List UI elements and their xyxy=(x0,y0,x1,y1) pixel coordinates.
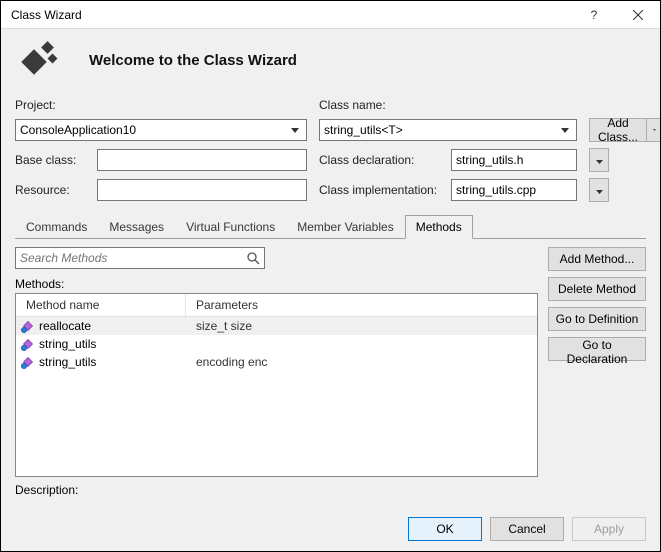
cancel-button[interactable]: Cancel xyxy=(490,517,564,541)
add-class-split-button[interactable]: Add Class... xyxy=(589,118,660,142)
help-button[interactable]: ? xyxy=(572,1,616,29)
add-class-button[interactable]: Add Class... xyxy=(589,118,647,142)
window-title: Class Wizard xyxy=(11,8,572,22)
resource-label: Resource: xyxy=(15,183,85,197)
project-label: Project: xyxy=(15,98,307,112)
add-class-dropdown[interactable] xyxy=(647,118,660,142)
class-declaration-drop[interactable]: string_utils.h xyxy=(451,149,577,171)
parameters-cell: size_t size xyxy=(186,319,537,333)
class-implementation-dropdown[interactable] xyxy=(589,178,609,202)
method-icon xyxy=(22,356,34,368)
tab-virtual-functions[interactable]: Virtual Functions xyxy=(175,215,286,239)
method-icon xyxy=(22,320,34,332)
project-combo[interactable]: ConsoleApplication10 xyxy=(15,119,307,141)
question-icon: ? xyxy=(591,8,598,22)
base-class-label: Base class: xyxy=(15,153,85,167)
titlebar: Class Wizard ? xyxy=(1,1,660,29)
project-value: ConsoleApplication10 xyxy=(20,123,136,137)
tab-member-variables[interactable]: Member Variables xyxy=(286,215,404,239)
wizard-header: Welcome to the Class Wizard xyxy=(15,29,646,98)
search-box[interactable] xyxy=(15,247,265,269)
chevron-down-icon xyxy=(653,128,656,132)
close-icon xyxy=(633,10,643,20)
class-declaration-dropdown[interactable] xyxy=(589,148,609,172)
wizard-title: Welcome to the Class Wizard xyxy=(89,52,297,69)
search-input[interactable] xyxy=(15,247,265,269)
method-name-text: string_utils xyxy=(39,355,96,369)
wizard-icon xyxy=(15,37,63,84)
methods-label: Methods: xyxy=(15,277,538,291)
table-row[interactable]: reallocate size_t size xyxy=(16,317,537,335)
methods-list[interactable]: Method name Parameters reallocate size_t … xyxy=(15,293,538,477)
description-label: Description: xyxy=(15,483,538,497)
column-method-name[interactable]: Method name xyxy=(16,294,186,316)
parameters-cell: encoding enc xyxy=(186,355,537,369)
class-name-combo[interactable]: string_utils<T> xyxy=(319,119,577,141)
goto-definition-button[interactable]: Go to Definition xyxy=(548,307,646,331)
class-declaration-value: string_utils.h xyxy=(456,153,523,167)
base-class-field[interactable] xyxy=(97,149,307,171)
top-form: Project: Class name: ConsoleApplication1… xyxy=(15,98,646,202)
ok-button[interactable]: OK xyxy=(408,517,482,541)
apply-button[interactable]: Apply xyxy=(572,517,646,541)
method-name-cell: reallocate xyxy=(16,319,186,333)
class-implementation-value: string_utils.cpp xyxy=(456,183,536,197)
close-button[interactable] xyxy=(616,1,660,29)
list-header: Method name Parameters xyxy=(16,294,537,317)
column-parameters[interactable]: Parameters xyxy=(186,294,537,316)
class-implementation-label: Class implementation: xyxy=(319,183,439,197)
method-icon xyxy=(22,338,34,350)
method-name-text: string_utils xyxy=(39,337,96,351)
class-implementation-drop[interactable]: string_utils.cpp xyxy=(451,179,577,201)
tab-methods[interactable]: Methods xyxy=(405,215,473,239)
tabstrip: Commands Messages Virtual Functions Memb… xyxy=(15,214,646,239)
tab-messages[interactable]: Messages xyxy=(98,215,175,239)
class-name-label: Class name: xyxy=(319,98,577,112)
chevron-down-icon xyxy=(286,121,304,139)
class-declaration-label: Class declaration: xyxy=(319,153,439,167)
dialog-footer: OK Cancel Apply xyxy=(1,507,660,551)
class-name-value: string_utils<T> xyxy=(324,123,403,137)
chevron-down-icon xyxy=(596,160,603,164)
delete-method-button[interactable]: Delete Method xyxy=(548,277,646,301)
method-name-cell: string_utils xyxy=(16,355,186,369)
resource-field[interactable] xyxy=(97,179,307,201)
method-name-text: reallocate xyxy=(39,319,91,333)
chevron-down-icon xyxy=(596,190,603,194)
goto-declaration-button[interactable]: Go to Declaration xyxy=(548,337,646,361)
table-row[interactable]: string_utils encoding enc xyxy=(16,353,537,371)
add-method-button[interactable]: Add Method... xyxy=(548,247,646,271)
table-row[interactable]: string_utils xyxy=(16,335,537,353)
tab-commands[interactable]: Commands xyxy=(15,215,98,239)
method-name-cell: string_utils xyxy=(16,337,186,351)
search-icon xyxy=(244,247,262,269)
chevron-down-icon xyxy=(556,121,574,139)
